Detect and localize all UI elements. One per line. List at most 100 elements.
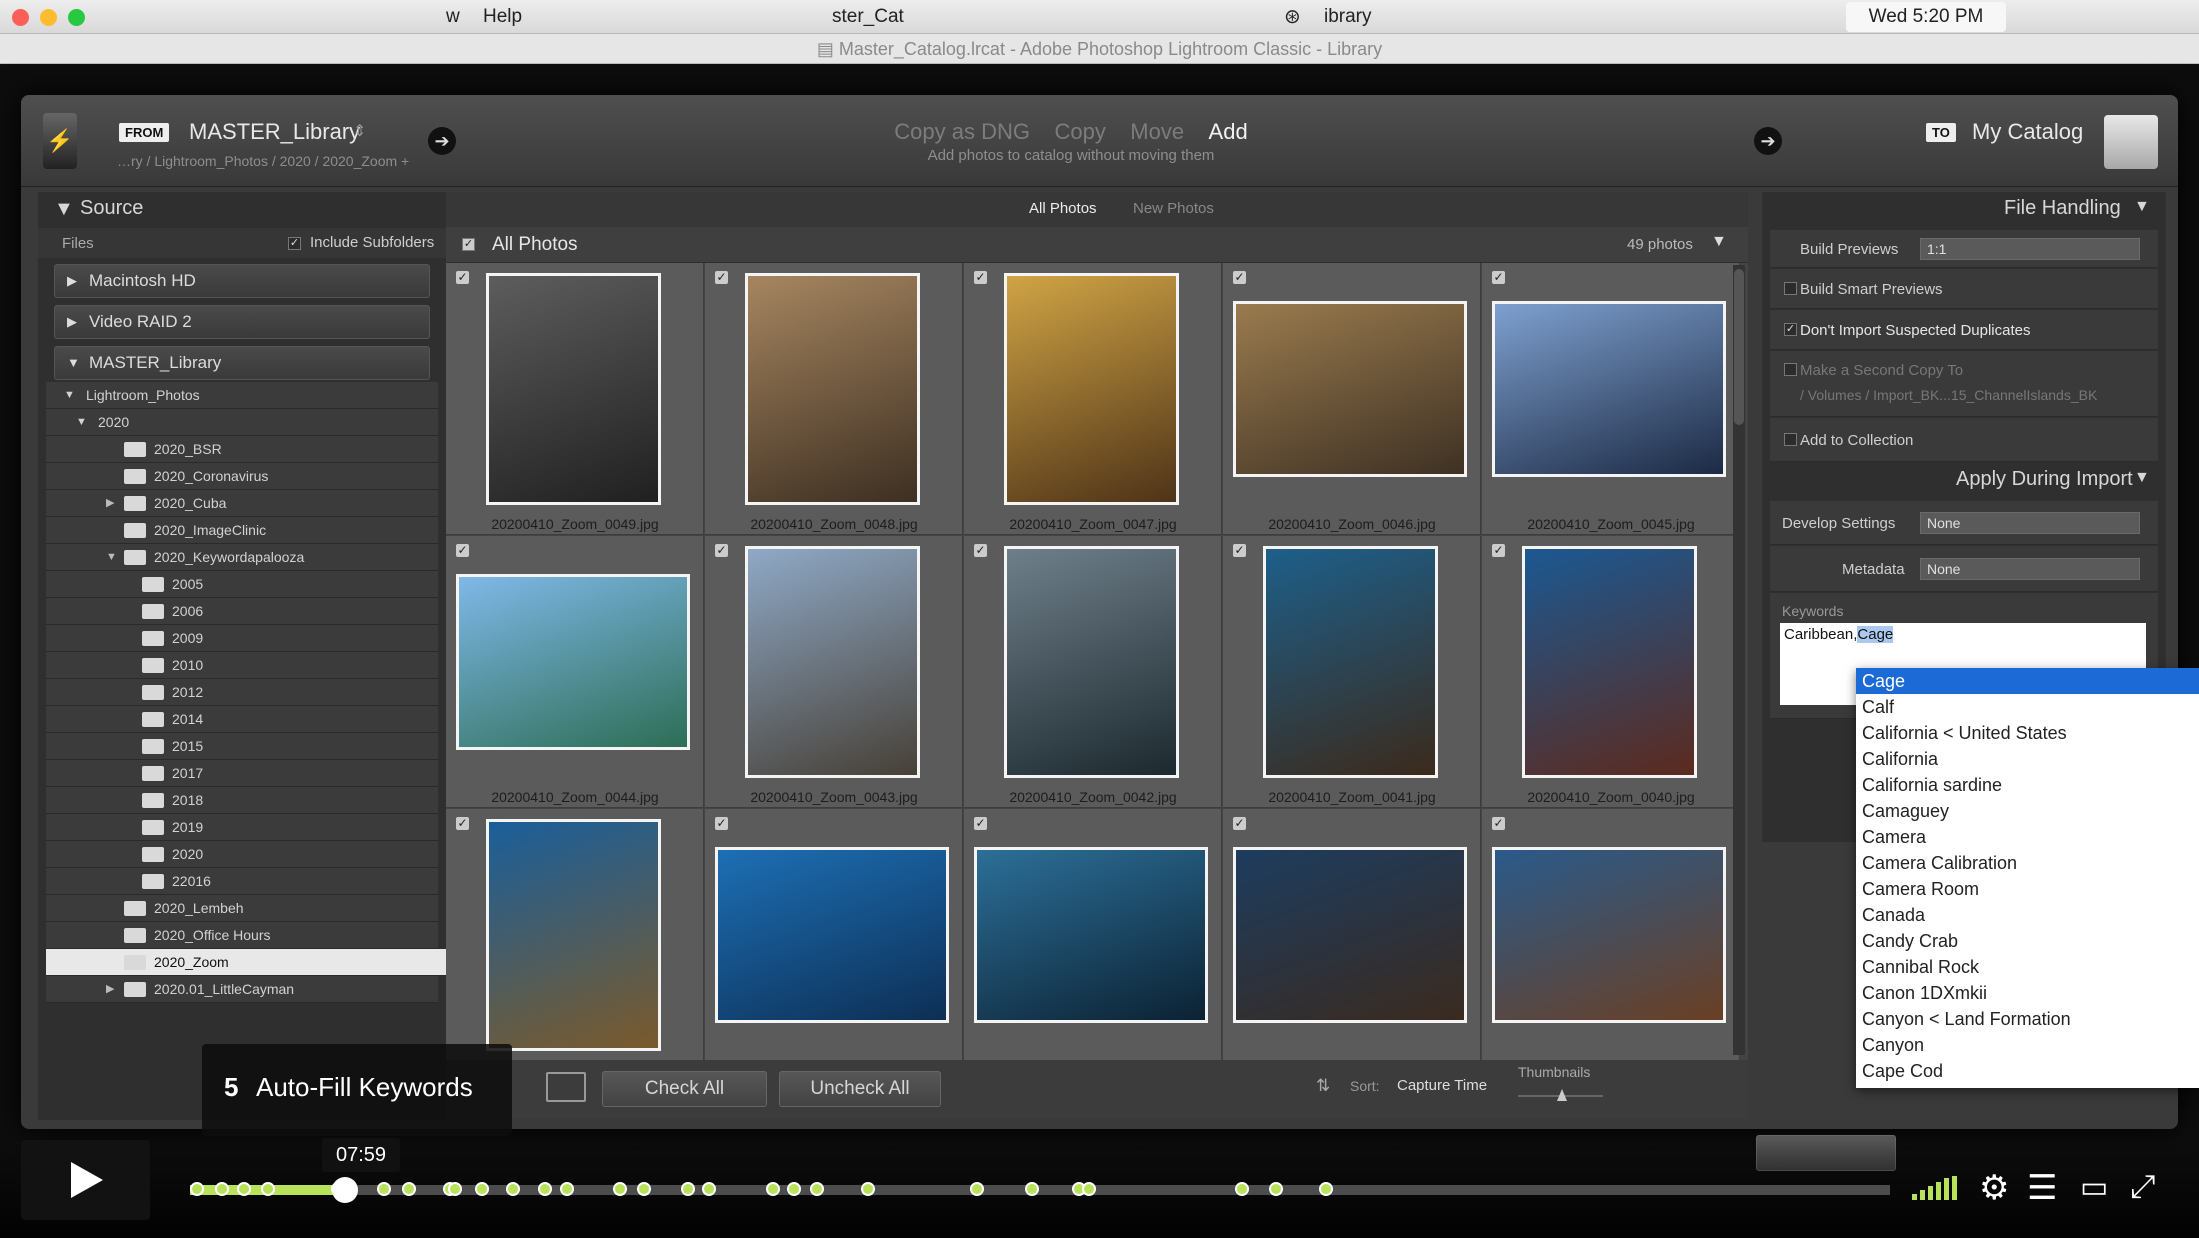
loupe-view-icon[interactable] <box>546 1072 586 1102</box>
progress-handle[interactable] <box>331 1177 358 1203</box>
folder-2018[interactable]: 2018 <box>46 787 438 814</box>
fullscreen-icon[interactable]: ⤢ <box>2130 1168 2156 1206</box>
creative-cloud-icon[interactable]: ⊛ <box>1284 4 1301 29</box>
menu-fragment[interactable]: w <box>446 6 460 28</box>
to-destination-name[interactable]: My Catalog <box>1972 119 2083 145</box>
photo-checkbox[interactable]: ✓ <box>456 544 469 557</box>
autocomplete-item[interactable]: Calf <box>1856 694 2199 720</box>
settings-gear-icon[interactable]: ⚙ <box>1979 1168 2009 1208</box>
autocomplete-item[interactable]: Cape Cod <box>1856 1058 2199 1084</box>
folder-2020-01-littlecayman[interactable]: ▶ 2020.01_LittleCayman <box>46 976 438 1003</box>
photo-cell[interactable]: ✓ <box>1482 809 1740 1060</box>
autocomplete-item[interactable]: California sardine <box>1856 772 2199 798</box>
mode-add[interactable]: Add <box>1209 119 1248 144</box>
chapter-marker[interactable] <box>376 1182 391 1196</box>
photo-cell[interactable]: ✓ 20200410_Zoom_0048.jpg <box>705 263 963 535</box>
photo-checkbox[interactable]: ✓ <box>456 817 469 830</box>
chapter-marker[interactable] <box>1024 1182 1039 1196</box>
zoom-window-button[interactable] <box>68 9 85 26</box>
close-window-button[interactable] <box>12 9 29 26</box>
from-source-name[interactable]: MASTER_Library <box>189 119 360 145</box>
photo-cell[interactable]: ✓ 20200410_Zoom_0046.jpg <box>1223 263 1481 535</box>
autocomplete-item[interactable]: Canon 1DXmkii <box>1856 980 2199 1006</box>
folder-2020-keywordapalooza[interactable]: ▼ 2020_Keywordapalooza <box>46 544 438 571</box>
photo-thumbnail[interactable] <box>1004 546 1179 778</box>
photo-cell[interactable]: ✓ <box>1223 809 1481 1060</box>
source-collapse-icon[interactable]: ▼ <box>54 198 74 221</box>
sort-order-icon[interactable]: ⇅ <box>1316 1076 1330 1096</box>
file-handling-collapse-icon[interactable]: ▼ <box>2134 198 2150 216</box>
folder-2020-imageclinic[interactable]: 2020_ImageClinic <box>46 517 438 544</box>
folder-2015[interactable]: 2015 <box>46 733 438 760</box>
arrow-right-icon[interactable]: ➔ <box>428 127 456 155</box>
chapter-marker[interactable] <box>506 1182 520 1196</box>
autocomplete-item[interactable]: Canyon < Land Formation <box>1856 1006 2199 1032</box>
tab-all-photos[interactable]: All Photos <box>1029 200 1097 217</box>
mode-move[interactable]: Move <box>1130 119 1184 144</box>
build-previews-select[interactable]: 1:1 <box>1920 238 2140 260</box>
smart-previews-checkbox[interactable] <box>1784 282 1797 295</box>
minimize-window-button[interactable] <box>40 9 57 26</box>
photo-thumbnail[interactable] <box>1492 847 1726 1023</box>
photo-thumbnail[interactable] <box>456 574 690 750</box>
photo-checkbox[interactable]: ✓ <box>456 271 469 284</box>
add-collection-checkbox[interactable] <box>1784 433 1797 446</box>
volume-bars-icon[interactable] <box>1912 1176 1960 1200</box>
sort-dropdown[interactable]: Capture Time <box>1397 1077 1487 1094</box>
photo-thumbnail[interactable] <box>974 847 1208 1023</box>
collapse-icon[interactable]: ▼ <box>106 544 117 571</box>
folder-2020-zoom[interactable]: 2020_Zoom <box>46 949 448 976</box>
photo-thumbnail[interactable] <box>1233 847 1467 1023</box>
chapter-marker[interactable] <box>766 1182 781 1196</box>
folder-2020-cuba[interactable]: ▶ 2020_Cuba <box>46 490 438 517</box>
library-menu-fragment[interactable]: ibrary <box>1324 6 1372 28</box>
metadata-select[interactable]: None <box>1920 558 2140 580</box>
photo-thumbnail[interactable] <box>486 819 661 1051</box>
folder-2020-bsr[interactable]: 2020_BSR <box>46 436 438 463</box>
photo-checkbox[interactable]: ✓ <box>974 817 987 830</box>
second-copy-checkbox[interactable] <box>1784 363 1797 376</box>
expand-icon[interactable]: ▶ <box>106 490 114 517</box>
photo-checkbox[interactable]: ✓ <box>974 544 987 557</box>
folder-2010[interactable]: 2010 <box>46 652 438 679</box>
chapter-marker[interactable] <box>701 1182 716 1196</box>
photo-cell[interactable]: ✓ 20200410_Zoom_0047.jpg <box>964 263 1222 535</box>
check-all-button[interactable]: Check All <box>602 1071 767 1107</box>
photo-cell[interactable]: ✓ <box>705 809 963 1060</box>
select-all-checkbox[interactable]: ✓ <box>462 238 475 251</box>
chapter-marker[interactable] <box>786 1182 801 1196</box>
clock[interactable]: Wed 5:20 PM <box>1846 2 2006 32</box>
drive-macintosh-hd[interactable]: ▶ Macintosh HD <box>54 264 430 298</box>
airplay-icon[interactable]: ▭ <box>2080 1170 2108 1205</box>
folder-2014[interactable]: 2014 <box>46 706 438 733</box>
photo-checkbox[interactable]: ✓ <box>1492 817 1505 830</box>
help-menu[interactable]: Help <box>483 6 522 28</box>
photo-thumbnail[interactable] <box>745 273 920 505</box>
mode-copy[interactable]: Copy <box>1054 119 1105 144</box>
apply-collapse-icon[interactable]: ▼ <box>2134 469 2150 487</box>
menu-window-fragment[interactable]: ster_Cat <box>832 6 904 28</box>
photo-checkbox[interactable]: ✓ <box>1492 544 1505 557</box>
tree-year[interactable]: ▼ 2020 <box>46 409 438 436</box>
folder-2005[interactable]: 2005 <box>46 571 438 598</box>
grid-scrollbar[interactable] <box>1733 265 1745 1055</box>
folder-2020[interactable]: 2020 <box>46 841 438 868</box>
expand-icon[interactable]: ▶ <box>106 976 114 1003</box>
autocomplete-item[interactable]: Camera <box>1856 824 2199 850</box>
tab-new-photos[interactable]: New Photos <box>1133 200 1214 217</box>
photo-cell[interactable]: ✓ 20200410_Zoom_0049.jpg <box>446 263 704 535</box>
photo-checkbox[interactable]: ✓ <box>715 271 728 284</box>
photo-checkbox[interactable]: ✓ <box>1492 271 1505 284</box>
photo-cell[interactable]: ✓ 20200410_Zoom_0040.jpg <box>1482 536 1740 808</box>
photo-thumbnail[interactable] <box>486 273 661 505</box>
photo-cell[interactable]: ✓ 20200410_Zoom_0044.jpg <box>446 536 704 808</box>
autocomplete-item[interactable]: California < United States <box>1856 720 2199 746</box>
photo-thumbnail[interactable] <box>1492 301 1726 477</box>
autocomplete-item[interactable]: Camaguey <box>1856 798 2199 824</box>
folder-2020-lembeh[interactable]: 2020_Lembeh <box>46 895 438 922</box>
photo-thumbnail[interactable] <box>1522 546 1697 778</box>
uncheck-all-button[interactable]: Uncheck All <box>779 1071 941 1107</box>
chapters-list-icon[interactable]: ☰ <box>2027 1168 2057 1208</box>
autocomplete-item[interactable]: Canyon <box>1856 1032 2199 1058</box>
photo-checkbox[interactable]: ✓ <box>1233 271 1246 284</box>
